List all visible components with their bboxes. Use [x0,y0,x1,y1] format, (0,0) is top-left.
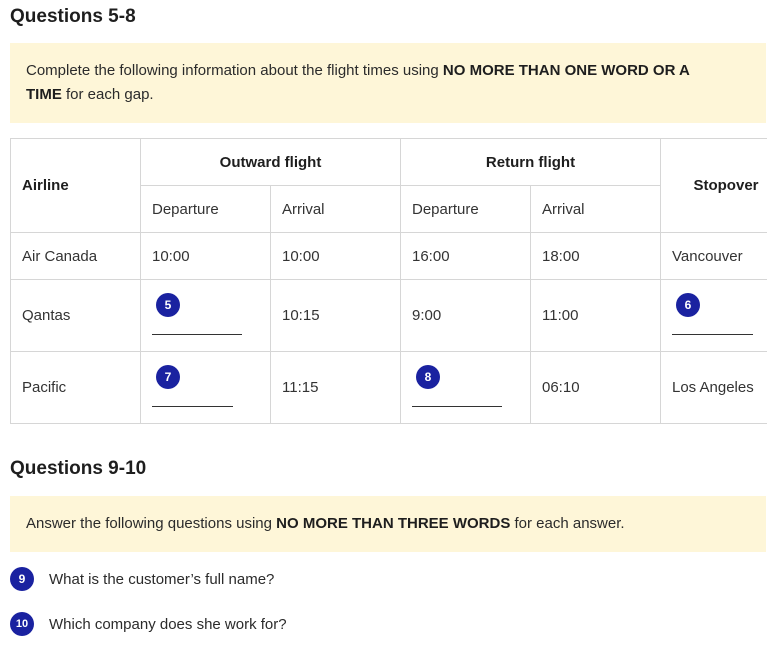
section-heading-9-10: Questions 9-10 [10,458,147,479]
cell-stopover: Los Angeles [660,351,767,424]
answer-blank-line[interactable] [672,334,753,335]
header-return-flight: Return flight [400,138,661,186]
instruction-text: Complete the following information about… [26,62,443,79]
question-item-10: 10 Which company does she work for? [10,612,287,636]
instruction-text-end: for each answer. [510,515,625,532]
header-return-arrival: Arrival [530,185,661,233]
cell-return-departure: 8 [400,351,531,424]
cell-airline: Pacific [10,351,141,424]
instruction-emphasis: NO MORE THAN ONE WORD OR A [442,62,690,79]
cell-outward-arrival: 10:00 [270,232,401,280]
answer-blank-line[interactable] [412,406,502,407]
question-number-badge: 9 [10,567,34,591]
instruction-emphasis: NO MORE THAN THREE WORDS [276,515,511,532]
cell-return-arrival: 18:00 [530,232,661,280]
cell-outward-departure: 10:00 [140,232,271,280]
table-row: Air Canada 10:00 10:00 16:00 18:00 Vanco… [10,232,767,280]
cell-outward-departure: 7 [140,351,271,424]
question-number-badge: 5 [156,293,180,317]
header-return-departure: Departure [400,185,531,233]
instruction-box-2: Answer the following questions using NO … [10,496,766,552]
question-number-badge: 10 [10,612,34,636]
cell-airline: Air Canada [10,232,141,280]
answer-blank-line[interactable] [152,406,233,407]
header-airline: Airline [10,138,141,233]
cell-outward-departure: 5 [140,279,271,352]
question-number-badge: 7 [156,365,180,389]
section-heading-5-8: Questions 5-8 [10,6,136,27]
header-outward-arrival: Arrival [270,185,401,233]
cell-outward-arrival: 11:15 [270,351,401,424]
instruction-box: Complete the following information about… [10,43,766,123]
cell-outward-arrival: 10:15 [270,279,401,352]
question-text: What is the customer’s full name? [49,570,275,588]
flight-times-table: Airline Outward flight Return flight Sto… [10,138,767,424]
header-stopover: Stopover [660,138,767,233]
question-number-badge: 6 [676,293,700,317]
cell-return-departure: 16:00 [400,232,531,280]
instruction-text: Answer the following questions using [26,515,277,532]
question-text: Which company does she work for? [49,615,287,633]
cell-stopover: Vancouver [660,232,767,280]
cell-stopover: 6 [660,279,767,352]
table-row: Qantas 5 10:15 9:00 11:00 6 [10,279,767,352]
question-item-9: 9 What is the customer’s full name? [10,567,274,591]
cell-return-departure: 9:00 [400,279,531,352]
cell-return-arrival: 11:00 [530,279,661,352]
instruction-emphasis-2: TIME [26,86,62,103]
answer-blank-line[interactable] [152,334,242,335]
header-outward-flight: Outward flight [140,138,401,186]
question-number-badge: 8 [416,365,440,389]
instruction-text-end: for each gap. [61,86,154,103]
header-outward-departure: Departure [140,185,271,233]
cell-airline: Qantas [10,279,141,352]
cell-return-arrival: 06:10 [530,351,661,424]
table-row: Pacific 7 11:15 8 06:10 Los Angeles [10,351,767,424]
